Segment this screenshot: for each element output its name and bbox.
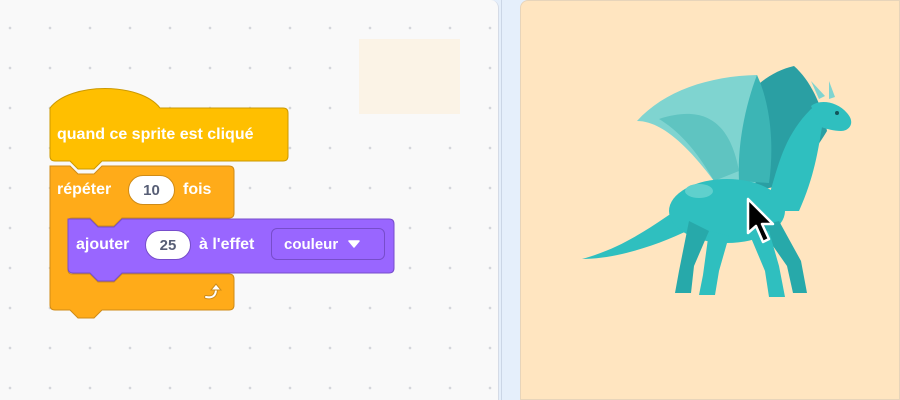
effect-dropdown[interactable]: couleur [271,228,385,260]
looks-label-before[interactable]: ajouter [76,235,129,255]
pane-divider [499,0,519,400]
stage[interactable] [520,0,900,400]
chevron-down-icon [348,240,360,248]
hat-block-label[interactable]: quand ce sprite est cliqué [57,125,254,145]
repeat-count-input[interactable]: 10 [128,175,175,205]
code-area[interactable]: quand ce sprite est cliqué répéter 10 fo… [0,0,499,400]
effect-amount-input[interactable]: 25 [145,230,191,260]
effect-dropdown-value: couleur [284,235,339,253]
dragon-sprite[interactable] [579,61,869,311]
repeat-label-before[interactable]: répéter [57,180,111,200]
repeat-label-after[interactable]: fois [183,180,211,200]
looks-label-middle[interactable]: à l'effet [199,235,254,255]
loop-arrow-icon [204,283,223,300]
block-shapes [49,88,395,319]
mouse-cursor-icon [746,197,775,244]
